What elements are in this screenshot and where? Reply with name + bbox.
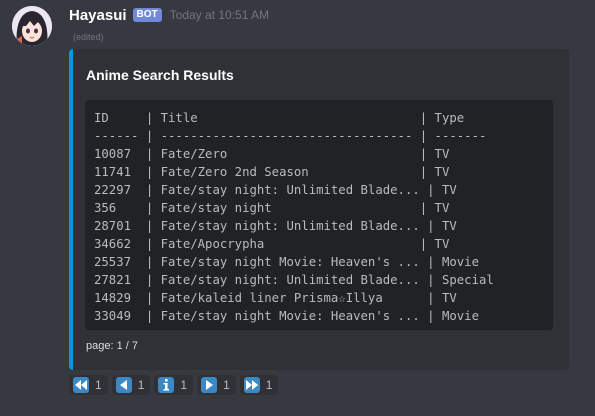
timestamp: Today at 10:51 AM — [169, 8, 270, 22]
table-row: 14829 | Fate/kaleid liner Prisma☆Illya |… — [94, 291, 457, 305]
reaction-count: 1 — [223, 378, 230, 392]
embed: Anime Search Results ID | Title | Type -… — [69, 49, 569, 370]
edited-label: (edited) — [73, 32, 104, 42]
reaction-count: 1 — [180, 378, 188, 392]
reaction-count: 1 — [265, 378, 273, 392]
table-row: 33049 | Fate/stay night Movie: Heaven's … — [94, 309, 479, 323]
table-row: 34662 | Fate/Apocrypha | TV — [94, 237, 450, 251]
table-row: 22297 | Fate/stay night: Unlimited Blade… — [94, 183, 457, 197]
reaction-next[interactable]: 1 — [197, 375, 236, 395]
table-row: 27821 | Fate/stay night: Unlimited Blade… — [94, 273, 494, 287]
table-row: 356 | Fate/stay night | TV — [94, 201, 450, 215]
code-block: ID | Title | Type ------ | -------------… — [85, 100, 553, 330]
reaction-info[interactable]: 1 — [154, 375, 194, 395]
rewind-icon — [73, 377, 89, 393]
table-separator: ------ | -------------------------------… — [94, 129, 487, 143]
embed-title: Anime Search Results — [86, 67, 234, 83]
reaction-count: 1 — [137, 378, 145, 392]
embed-footer: page: 1 / 7 — [86, 340, 138, 352]
info-icon — [158, 377, 175, 393]
previous-icon — [115, 377, 132, 393]
table-header-row: ID | Title | Type — [94, 111, 465, 125]
table-row: 10087 | Fate/Zero | TV — [94, 147, 450, 161]
reaction-count: 1 — [95, 378, 102, 392]
table-row: 11741 | Fate/Zero 2nd Season | TV — [94, 165, 450, 179]
reaction-previous[interactable]: 1 — [111, 375, 151, 395]
reaction-bar: 1 1 1 1 1 — [69, 375, 282, 395]
username[interactable]: Hayasui — [69, 7, 127, 24]
reaction-rewind[interactable]: 1 — [69, 375, 108, 395]
bot-avatar[interactable] — [12, 6, 52, 46]
table-row: 28701 | Fate/stay night: Unlimited Blade… — [94, 219, 457, 233]
message-header: Hayasui BOT Today at 10:51 AM — [69, 5, 269, 25]
bot-badge: BOT — [132, 8, 162, 22]
fast-forward-icon — [243, 377, 260, 393]
next-icon — [201, 377, 218, 393]
table-row: 25537 | Fate/stay night Movie: Heaven's … — [94, 255, 479, 269]
reaction-fast-forward[interactable]: 1 — [239, 375, 279, 395]
